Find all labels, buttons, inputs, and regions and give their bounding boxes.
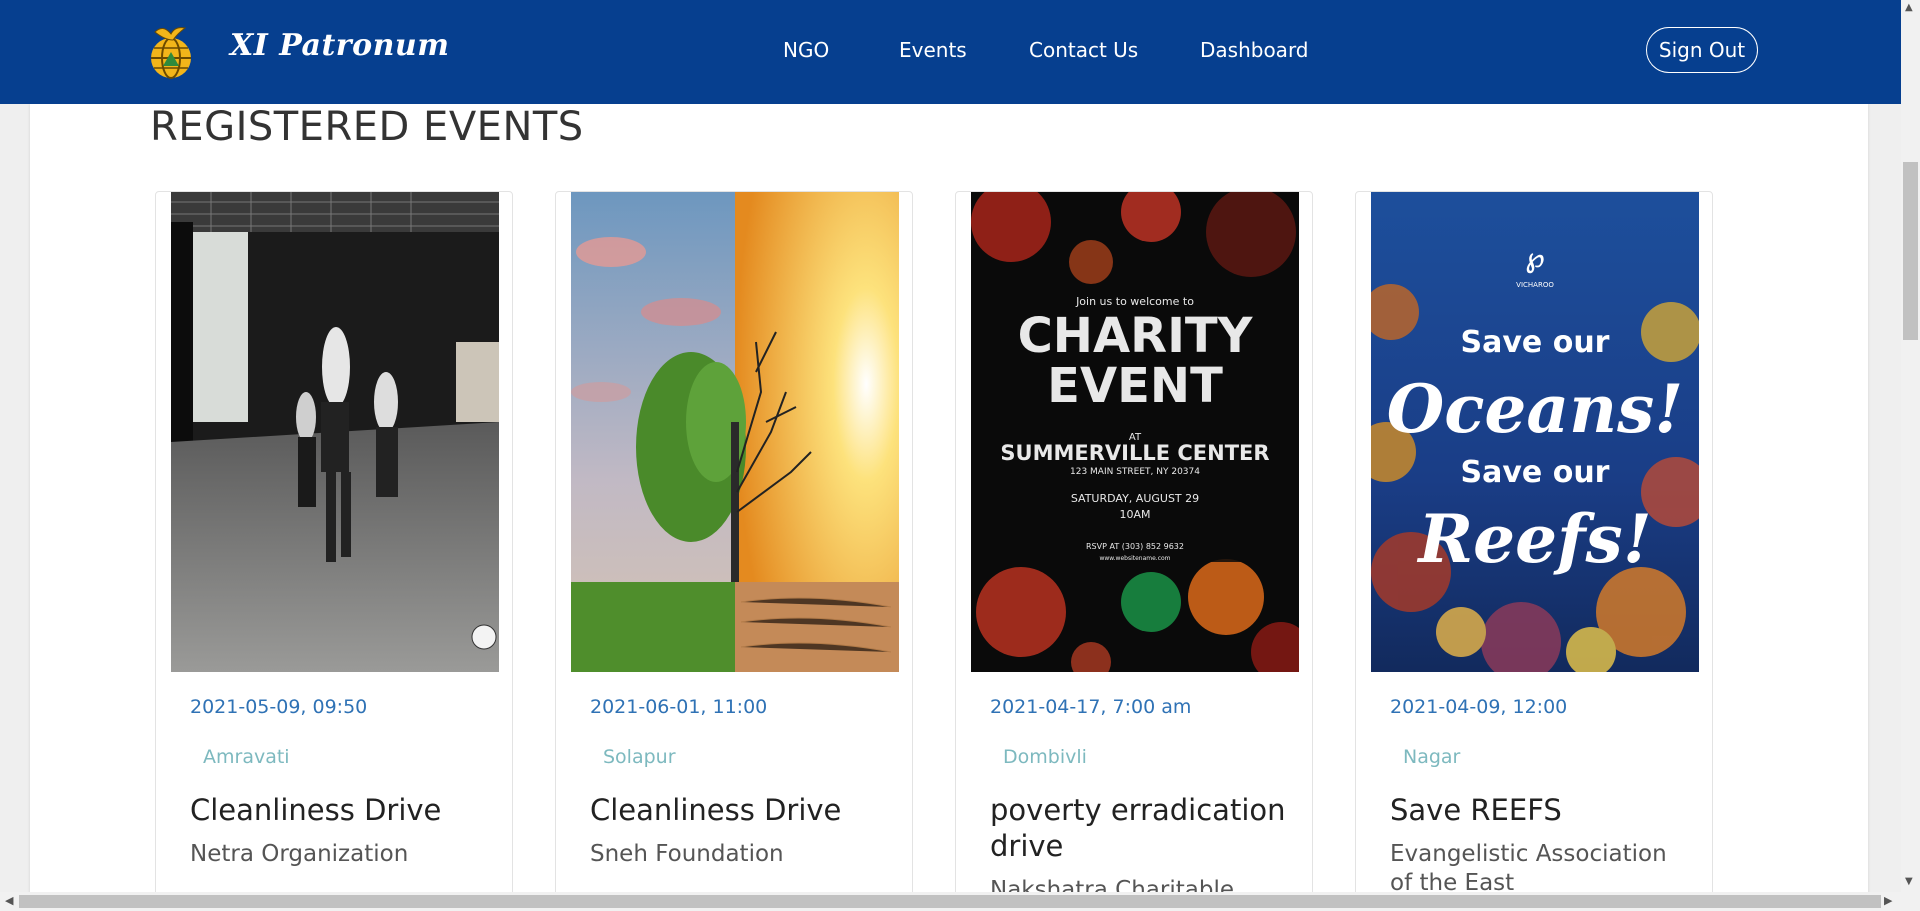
horizontal-scroll-thumb[interactable]: [19, 895, 1881, 908]
horizontal-scrollbar[interactable]: ◀ ▶: [0, 892, 1920, 911]
event-city: Solapur: [603, 746, 676, 768]
scroll-up-arrow-icon[interactable]: ▲: [1905, 2, 1913, 13]
poster-rsvp-text: RSVP AT (303) 852 9632: [1086, 542, 1184, 551]
poster-address-text: 123 MAIN STREET, NY 20374: [1070, 467, 1200, 477]
event-title[interactable]: Cleanliness Drive: [190, 792, 490, 828]
event-date: 2021-04-09, 12:00: [1390, 696, 1568, 718]
poster-l3-text: Save our: [1461, 455, 1610, 490]
event-organization: Evangelistic Association of the East: [1390, 841, 1667, 896]
event-date: 2021-06-01, 11:00: [590, 696, 768, 718]
event-title[interactable]: poverty erradication drive: [990, 792, 1290, 864]
poster-brand-mark-text: ℘: [1525, 241, 1545, 274]
event-title[interactable]: Save REEFS: [1390, 792, 1690, 828]
event-date: 2021-05-09, 09:50: [190, 696, 368, 718]
brand-name[interactable]: XI Patronum: [230, 28, 449, 63]
poster-web-text: www.websitename.com: [1099, 555, 1170, 562]
globe-dove-logo-icon[interactable]: [149, 22, 193, 80]
green-tree-vs-dead-tree-photo-icon[interactable]: [571, 192, 899, 672]
event-title[interactable]: Cleanliness Drive: [590, 792, 890, 828]
nav-ngo-link[interactable]: NGO: [783, 38, 829, 62]
nav-dashboard-link[interactable]: Dashboard: [1200, 38, 1309, 62]
top-navbar: XI Patronum NGO Events Contact Us Dashbo…: [0, 0, 1901, 104]
event-city: Dombivli: [1003, 746, 1087, 768]
event-card[interactable]: ℘ VICHAROO Save our Oceans! Save our Ree…: [1355, 191, 1713, 911]
save-oceans-reef-poster-icon[interactable]: ℘ VICHAROO Save our Oceans! Save our Ree…: [1371, 192, 1699, 672]
event-card[interactable]: 2021-05-09, 09:50 Amravati Cleanliness D…: [155, 191, 513, 911]
event-organization: Sneh Foundation: [590, 841, 784, 867]
scroll-right-arrow-icon[interactable]: ▶: [1884, 894, 1892, 907]
event-date: 2021-04-17, 7:00 am: [990, 696, 1192, 718]
charity-event-poster-icon[interactable]: Join us to welcome to CHARITY EVENT AT S…: [971, 192, 1299, 672]
scroll-down-arrow-icon[interactable]: ▼: [1905, 876, 1913, 887]
poster-l1-text: Save our: [1461, 325, 1610, 360]
poster-date-text: SATURDAY, AUGUST 29: [1071, 492, 1199, 505]
scroll-left-arrow-icon[interactable]: ◀: [5, 894, 13, 907]
nav-contact-link[interactable]: Contact Us: [1029, 38, 1138, 62]
vertical-scrollbar[interactable]: ▲ ▼: [1901, 0, 1920, 892]
poster-line2-text: EVENT: [1047, 358, 1223, 414]
event-organization: Netra Organization: [190, 841, 409, 867]
poster-intro-text: Join us to welcome to: [1075, 295, 1194, 308]
sign-out-button[interactable]: Sign Out: [1646, 27, 1758, 73]
dancers-studio-photo-icon[interactable]: [171, 192, 499, 672]
page-heading: REGISTERED EVENTS: [150, 104, 584, 150]
event-card[interactable]: Join us to welcome to CHARITY EVENT AT S…: [955, 191, 1313, 911]
poster-l4-text: Reefs!: [1416, 500, 1651, 578]
vertical-scroll-thumb[interactable]: [1903, 162, 1918, 340]
poster-time-text: 10AM: [1119, 508, 1150, 521]
event-city: Amravati: [203, 746, 290, 768]
event-city: Nagar: [1403, 746, 1461, 768]
poster-l2-text: Oceans!: [1387, 370, 1684, 448]
event-card[interactable]: 2021-06-01, 11:00 Solapur Cleanliness Dr…: [555, 191, 913, 911]
nav-events-link[interactable]: Events: [899, 38, 967, 62]
poster-line1-text: CHARITY: [1018, 308, 1254, 364]
poster-venue-text: SUMMERVILLE CENTER: [1000, 441, 1269, 465]
poster-brand-text: VICHAROO: [1516, 281, 1554, 289]
